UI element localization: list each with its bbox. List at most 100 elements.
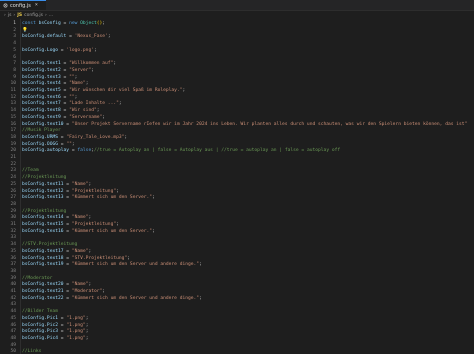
code-token: = bbox=[60, 114, 70, 120]
code-token: = bbox=[63, 262, 72, 268]
code-token: bsConfig bbox=[22, 262, 45, 268]
code-token: ; bbox=[199, 295, 202, 301]
code-token: //Moderator bbox=[22, 275, 53, 281]
code-token: ; bbox=[107, 34, 111, 40]
code-token: "1.png" bbox=[66, 315, 86, 321]
code-token: //Musik Player bbox=[22, 128, 61, 134]
code-token: "Fairy_Tale_Love.mp3" bbox=[66, 134, 125, 140]
code-token: "1.png" bbox=[66, 335, 86, 341]
code-token: bsConfig bbox=[22, 34, 45, 40]
code-token: = bbox=[60, 94, 70, 100]
code-token: ; bbox=[152, 228, 155, 234]
code-token: ; bbox=[88, 215, 92, 221]
breadcrumb-separator: › bbox=[13, 12, 16, 18]
code-token: bsConfig bbox=[22, 195, 45, 201]
code-token: bsConfig bbox=[22, 114, 45, 120]
breadcrumb-folder[interactable]: js bbox=[8, 13, 12, 18]
code-token: ; bbox=[113, 61, 117, 67]
code-token: ; bbox=[116, 188, 119, 194]
code-token: "1.png" bbox=[66, 329, 86, 335]
code-token: bsConfig bbox=[22, 134, 45, 140]
code-token: bsConfig bbox=[22, 322, 45, 328]
lightbulb-icon[interactable]: 💡 bbox=[22, 28, 28, 33]
code-token: "Name" bbox=[71, 215, 89, 221]
close-icon[interactable]: × bbox=[35, 3, 38, 8]
code-token: ; bbox=[102, 21, 106, 26]
code-token: "1.png" bbox=[66, 322, 86, 328]
line-number: 50 bbox=[10, 349, 16, 354]
code-token: = bbox=[63, 255, 72, 261]
code-token: "Willkommen auf" bbox=[69, 61, 114, 67]
tab-config-js[interactable]: config.js × bbox=[0, 0, 46, 10]
code-token: = bbox=[63, 295, 72, 301]
code-token: bsConfig bbox=[22, 101, 45, 107]
code-token: "Kümmert sich um den Server und andere d… bbox=[71, 295, 200, 301]
breadcrumb-separator: › bbox=[4, 12, 6, 18]
code-editor[interactable]: 1 const bsConfig = new Object(); 2 💡 3 bsConf… bbox=[0, 19, 474, 354]
code-token: ; bbox=[102, 114, 106, 120]
code-token: text9 bbox=[46, 114, 61, 120]
code-token: bsConfig bbox=[38, 21, 61, 26]
code-token: bsConfig bbox=[22, 88, 45, 93]
tab-label: config.js bbox=[10, 2, 31, 9]
tab-bar: config.js × bbox=[0, 0, 474, 11]
code-token: text7 bbox=[46, 101, 61, 107]
code-token: = bbox=[60, 81, 70, 87]
code-token: = bbox=[63, 282, 72, 288]
code-token: bsConfig bbox=[22, 74, 45, 80]
js-file-icon: JS bbox=[17, 12, 23, 18]
code-token: "Server" bbox=[69, 67, 92, 73]
code-token: //Bilder Team bbox=[22, 309, 58, 315]
breadcrumb-file[interactable]: config.js bbox=[24, 13, 43, 18]
code-token: bsConfig bbox=[22, 148, 45, 154]
code-token: ; bbox=[127, 255, 130, 261]
code-line[interactable]: 50 //Links bbox=[0, 348, 474, 354]
code-token: ; bbox=[91, 67, 94, 73]
code-token: URMS bbox=[46, 134, 58, 140]
code-token: bsConfig bbox=[22, 94, 45, 100]
code-token: const bbox=[22, 21, 39, 26]
code-token: "Projektleitung" bbox=[71, 188, 117, 194]
code-token: bsConfig bbox=[22, 121, 45, 127]
code-token: text3 bbox=[46, 74, 61, 80]
code-token: text13 bbox=[46, 195, 64, 201]
code-token: "Name" bbox=[71, 248, 89, 254]
code-token: ; bbox=[118, 101, 122, 107]
code-token: Pic3 bbox=[46, 329, 58, 335]
code-token: "Name" bbox=[71, 181, 89, 187]
code-token: ; bbox=[85, 329, 89, 335]
code-token: 'Nexus_Fase' bbox=[74, 34, 108, 40]
code-token: text18 bbox=[46, 255, 64, 261]
code-token: ; bbox=[88, 181, 92, 187]
code-token: "Servername" bbox=[69, 114, 103, 120]
code-token: "Name" bbox=[71, 282, 89, 288]
code-token: = bbox=[60, 21, 70, 26]
code-token: "Projektleitung" bbox=[71, 222, 117, 227]
breadcrumb-symbols[interactable]: ... bbox=[49, 13, 53, 18]
code-token: ; bbox=[85, 81, 89, 87]
code-token: = bbox=[63, 195, 72, 201]
code-token: bsConfig bbox=[22, 282, 45, 288]
code-token: ; bbox=[88, 248, 92, 254]
code-token: "Unser Projekt Servername rIefen wir im … bbox=[71, 121, 468, 127]
code-token: = bbox=[63, 121, 72, 127]
code-token: bsConfig bbox=[22, 108, 45, 114]
code-token: = bbox=[60, 67, 70, 73]
code-token: = bbox=[60, 74, 70, 80]
code-token: 'logo.png' bbox=[66, 47, 94, 53]
code-token: ; bbox=[88, 282, 92, 288]
code-token: "Moderator" bbox=[71, 289, 103, 294]
code-token: = bbox=[63, 188, 72, 194]
code-token: bsConfig bbox=[22, 248, 45, 254]
code-token: text22 bbox=[46, 295, 64, 301]
code-token: text11 bbox=[46, 181, 64, 187]
code-token: text12 bbox=[46, 188, 64, 194]
code-token: bsConfig bbox=[22, 295, 45, 301]
code-token: text5 bbox=[46, 88, 61, 93]
code-token: bsConfig bbox=[22, 222, 45, 227]
code-token: ; bbox=[74, 74, 78, 80]
code-token: text6 bbox=[46, 94, 61, 100]
code-token: bsConfig bbox=[22, 329, 45, 335]
code-token: //STV.Projektleitung bbox=[22, 242, 78, 248]
code-token: bsConfig bbox=[22, 289, 45, 294]
